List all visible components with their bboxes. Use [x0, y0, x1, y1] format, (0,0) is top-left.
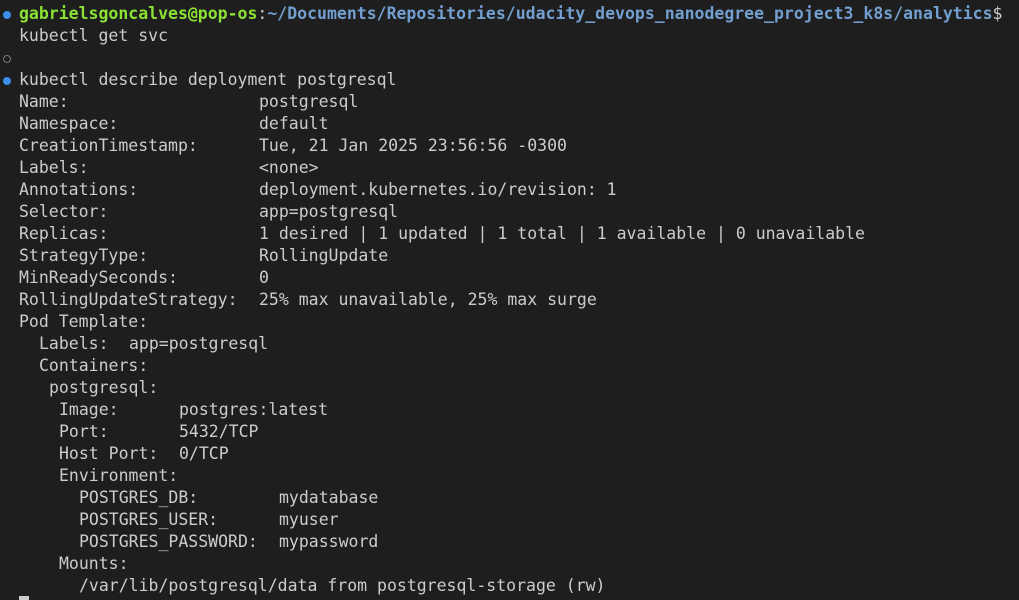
output-selector-value: app=postgresql: [259, 202, 399, 221]
output-annotations-value: deployment.kubernetes.io/revision: 1: [259, 180, 617, 199]
output-mounts-label: Mounts:: [59, 554, 129, 573]
output-mounts-value: /var/lib/postgresql/data from postgresql…: [79, 576, 606, 595]
output-port-label: Port:: [59, 422, 109, 441]
output-env-user-value: myuser: [279, 510, 339, 529]
output-name-value: postgresql: [259, 92, 359, 111]
prompt-path: ~/Documents/Repositories/udacity_devops_…: [267, 4, 993, 23]
output-annotations-label: Annotations:: [19, 180, 139, 199]
output-selector-label: Selector:: [19, 202, 109, 221]
terminal-cursor: [19, 596, 29, 600]
output-port-value: 5432/TCP: [179, 422, 259, 441]
output-name-label: Name:: [19, 92, 69, 111]
prompt-user-host: gabrielsgoncalves@pop-os: [19, 4, 258, 23]
command-line: kubectl describe deployment postgresql: [19, 70, 397, 89]
prompt-line: gabrielsgoncalves@pop-os:~/Documents/Rep…: [19, 3, 1002, 25]
output-environment-label: Environment:: [59, 466, 179, 485]
command-status-dot: [3, 77, 11, 85]
output-containers-label: Containers:: [39, 356, 149, 375]
output-rolling-value: 25% max unavailable, 25% max surge: [259, 290, 597, 309]
output-labels-label: Labels:: [19, 158, 89, 177]
output-pod-labels-label: Labels:: [39, 334, 109, 353]
output-env-db-value: mydatabase: [279, 488, 379, 507]
output-rolling-label: RollingUpdateStrategy:: [19, 290, 238, 309]
output-replicas-label: Replicas:: [19, 224, 109, 243]
output-minready-label: MinReadySeconds:: [19, 268, 178, 287]
output-namespace-value: default: [259, 114, 329, 133]
output-image-label: Image:: [59, 400, 119, 419]
prompt-separator: :: [257, 4, 268, 23]
output-pod-labels-value: app=postgresql: [129, 334, 269, 353]
output-image-value: postgres:latest: [179, 400, 329, 419]
output-created-value: Tue, 21 Jan 2025 23:56:56 -0300: [259, 136, 567, 155]
empty-prompt-dot: [3, 55, 11, 63]
output-namespace-label: Namespace:: [19, 114, 119, 133]
terminal-window[interactable]: gabrielsgoncalves@pop-os:~/Documents/Rep…: [0, 0, 1019, 600]
output-strategy-label: StrategyType:: [19, 246, 149, 265]
output-container-name: postgresql:: [49, 378, 159, 397]
output-env-db-label: POSTGRES_DB:: [79, 488, 199, 507]
command-status-dot: [3, 11, 11, 19]
output-replicas-value: 1 desired | 1 updated | 1 total | 1 avai…: [259, 224, 865, 243]
output-strategy-value: RollingUpdate: [259, 246, 389, 265]
output-hostport-label: Host Port:: [59, 444, 159, 463]
output-minready-value: 0: [259, 268, 269, 287]
output-created-label: CreationTimestamp:: [19, 136, 198, 155]
output-env-password-label: POSTGRES_PASSWORD:: [79, 532, 258, 551]
output-hostport-value: 0/TCP: [179, 444, 229, 463]
command-line: kubectl get svc: [19, 26, 169, 45]
prompt-symbol: $: [992, 4, 1003, 23]
output-env-password-value: mypassword: [279, 532, 379, 551]
output-labels-value: <none>: [259, 158, 319, 177]
output-pod-template-label: Pod Template:: [19, 312, 149, 331]
output-env-user-label: POSTGRES_USER:: [79, 510, 219, 529]
